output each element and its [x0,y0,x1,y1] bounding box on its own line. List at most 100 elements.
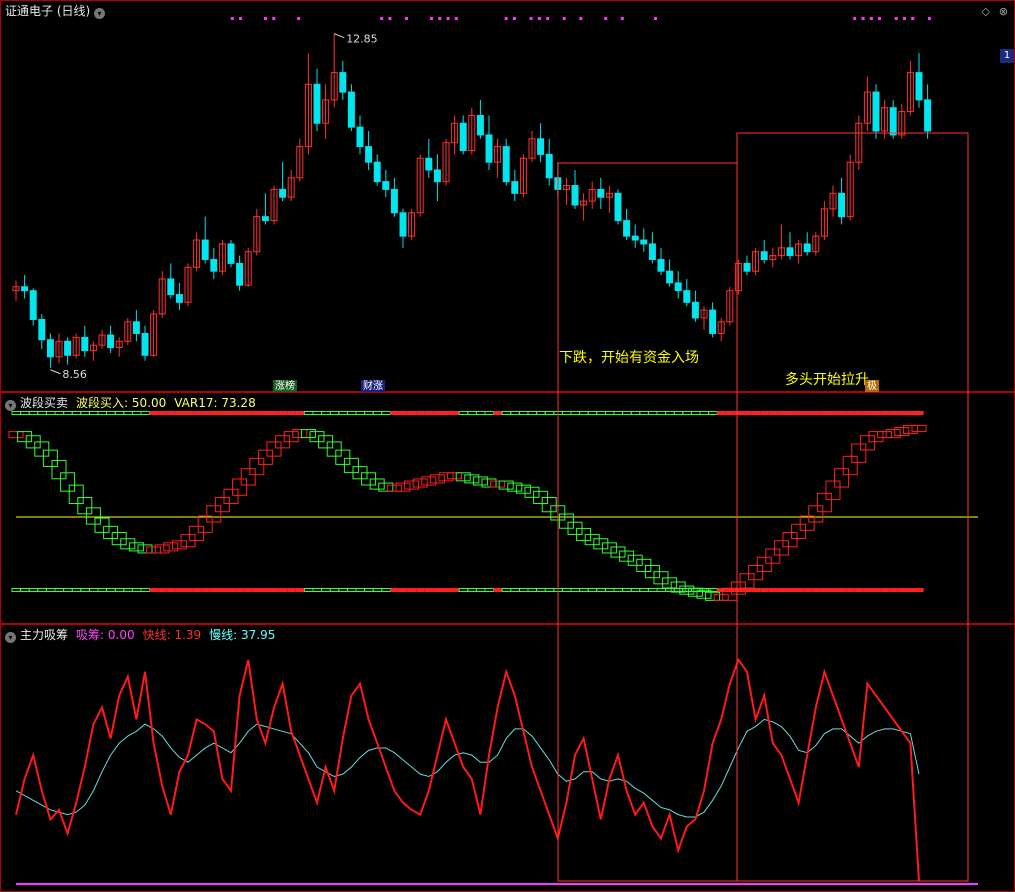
wave-band-seg [407,588,417,592]
wave-band-seg [450,588,460,592]
wave-band-seg [184,411,193,415]
wave-step [309,431,325,443]
wave-band-seg [863,588,872,592]
signal-dot [230,17,234,20]
wave-band-seg [536,588,546,592]
candle-body [597,188,605,198]
wave-step [206,505,222,523]
wave-band-seg [11,588,22,592]
wave-band-seg [346,588,357,592]
candle-body [313,83,321,124]
wave-step [17,431,33,443]
wave-band-seg [630,411,641,415]
wave-band-seg [846,588,855,592]
candle-body [201,239,209,261]
wave-band-seg [880,411,890,415]
signal-dot [894,17,898,20]
wave-step [834,468,850,488]
wave-step [859,435,875,451]
wave-band-seg [596,411,606,415]
annotation-box-down [557,162,738,882]
wave-band-seg [131,588,142,592]
wave-band-seg [803,411,812,415]
wave-band-seg [596,588,606,592]
wave-band-seg [295,588,305,592]
wave-band-seg [561,588,572,592]
wave-band-seg [501,411,512,415]
wave-step [34,441,50,457]
wave-band-seg [355,411,366,415]
candle-body [623,220,631,237]
wave-band-seg [811,588,821,592]
wave-band-seg [407,411,417,415]
wave-step [739,573,755,589]
wave-step [593,538,609,550]
candle-body [107,334,115,349]
wave-band-seg [166,411,176,415]
wave-band-seg [587,411,598,415]
wave-band-seg [604,411,615,415]
wave-step [8,431,24,439]
wave-step [481,478,497,488]
wave-band-seg [433,411,442,415]
wave-band-seg [312,588,323,592]
wave-band-seg [244,411,253,415]
candle-body [872,91,880,132]
wave-band-seg [364,411,374,415]
wave-band-seg [346,411,357,415]
candle-body [915,72,923,101]
wave-step [214,497,230,513]
wave-band-seg [820,411,829,415]
wave-band-seg [252,588,262,592]
wave-step [197,515,213,533]
wave-band-seg [201,411,210,415]
wave-band-seg [897,411,907,415]
candle-body [21,286,29,292]
wave-band-seg [786,411,795,415]
wave-band-seg [416,411,425,415]
wave-band-seg [484,588,495,592]
wave-band-seg [227,411,236,415]
candle-body [390,188,398,214]
chart-canvas: 12.85 8.56 [8,17,978,885]
wave-step [68,484,84,505]
wave-band-seg [897,588,907,592]
wave-band-seg [561,411,572,415]
wave-band-seg [467,411,477,415]
wave-band-seg [458,588,469,592]
wave-band-seg [570,411,581,415]
wave-band-seg [20,588,30,592]
wave-band-seg [829,588,838,592]
signal-dot [263,17,267,20]
wave-band-seg [639,588,649,592]
wave-band-seg [312,411,323,415]
wave-band-seg [261,588,270,592]
wave-band-seg [45,411,56,415]
signal-dot [446,17,450,20]
wave-band-seg [665,588,675,592]
wave-band-seg [794,411,804,415]
candle-body [476,114,484,136]
wave-band-seg [587,588,598,592]
wave-band-seg [906,588,915,592]
wave-band-seg [372,588,383,592]
wave-band-seg [854,588,864,592]
wave-band-seg [915,588,924,592]
fast-line [15,657,920,882]
signal-dot [861,17,865,20]
wave-step [421,476,437,486]
wave-step [386,484,402,492]
wave-band-seg [794,588,804,592]
wave-band-seg [613,411,624,415]
wave-band-seg [140,588,151,592]
wave-band-seg [665,411,675,415]
wave-band-seg [673,411,684,415]
candle-body [889,107,897,136]
wave-step [412,478,428,488]
wave-step [128,542,144,552]
wave-band-seg [338,588,348,592]
candle-body [683,290,691,303]
wave-band-seg [467,588,477,592]
wave-band-seg [303,588,314,592]
wave-band-seg [303,411,314,415]
